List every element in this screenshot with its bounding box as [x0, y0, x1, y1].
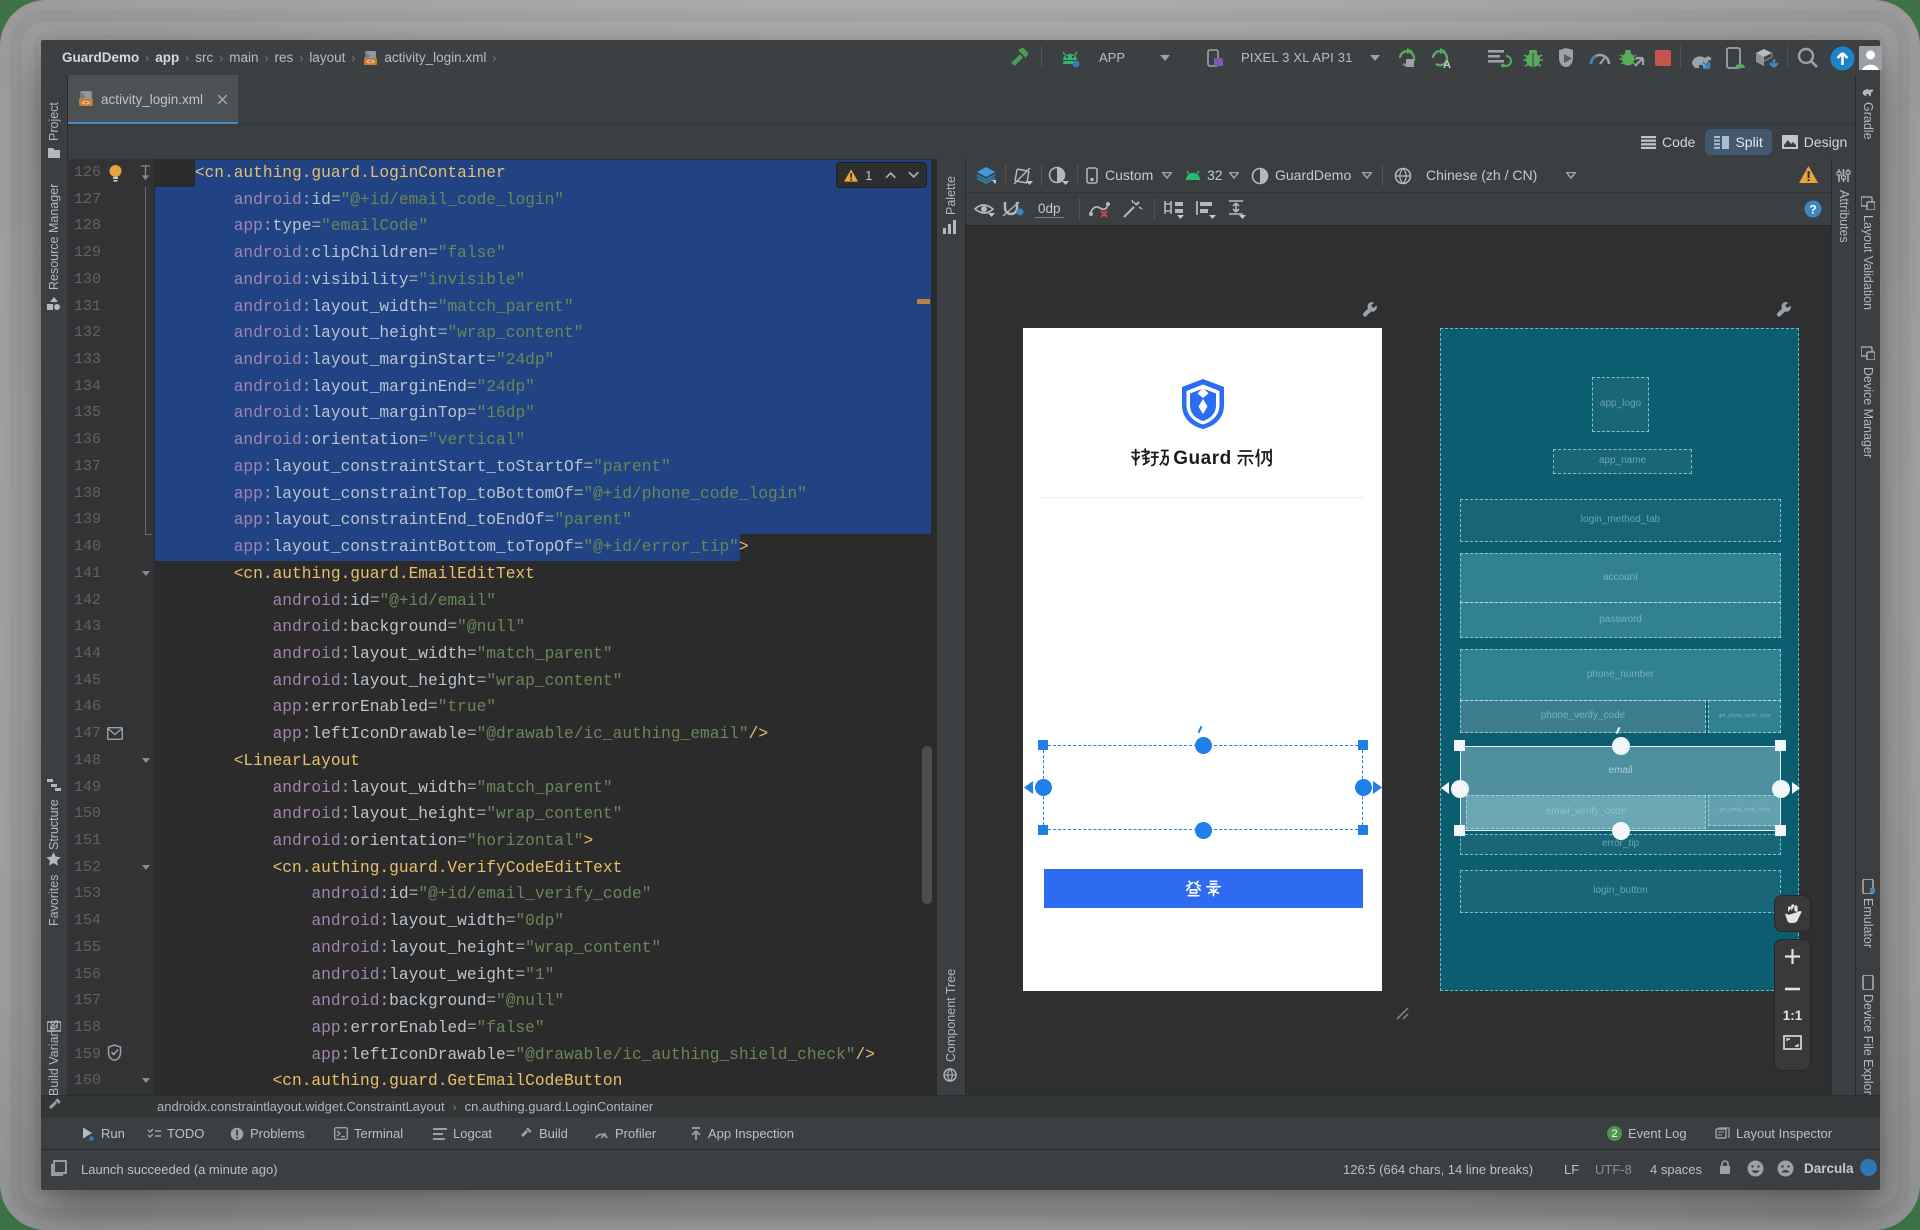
svg-text:?: ?: [1809, 203, 1816, 217]
svg-text:A: A: [1443, 59, 1451, 69]
svg-text:<>: <>: [82, 100, 91, 107]
svg-text:<>: <>: [367, 59, 375, 66]
